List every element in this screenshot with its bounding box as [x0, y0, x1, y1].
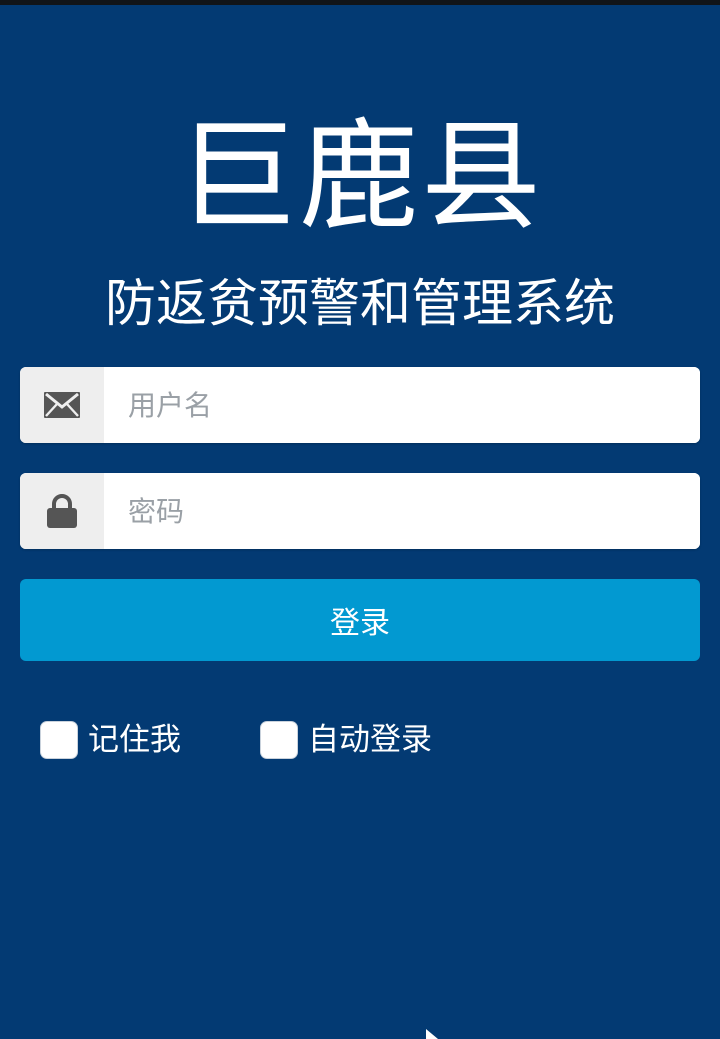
- envelope-icon: [44, 392, 80, 418]
- remember-me-label: 记住我: [88, 722, 181, 758]
- username-field: [20, 367, 700, 443]
- auto-login-option[interactable]: 自动登录: [260, 718, 432, 762]
- auto-login-label: 自动登录: [308, 722, 432, 758]
- username-input[interactable]: [104, 367, 700, 443]
- page-subtitle: 防返贫预警和管理系统: [104, 275, 615, 334]
- status-bar: [0, 0, 720, 5]
- password-input[interactable]: [104, 473, 700, 549]
- auto-login-checkbox[interactable]: [260, 721, 298, 759]
- remember-me-checkbox[interactable]: [40, 721, 78, 759]
- lock-icon: [47, 494, 77, 528]
- password-field: [20, 473, 700, 549]
- login-button[interactable]: 登录: [20, 579, 700, 661]
- password-addon: [20, 473, 104, 549]
- pointer-icon: [426, 1029, 438, 1039]
- remember-me-option[interactable]: 记住我: [40, 718, 181, 762]
- page-title: 巨鹿县: [177, 108, 543, 247]
- username-addon: [20, 367, 104, 443]
